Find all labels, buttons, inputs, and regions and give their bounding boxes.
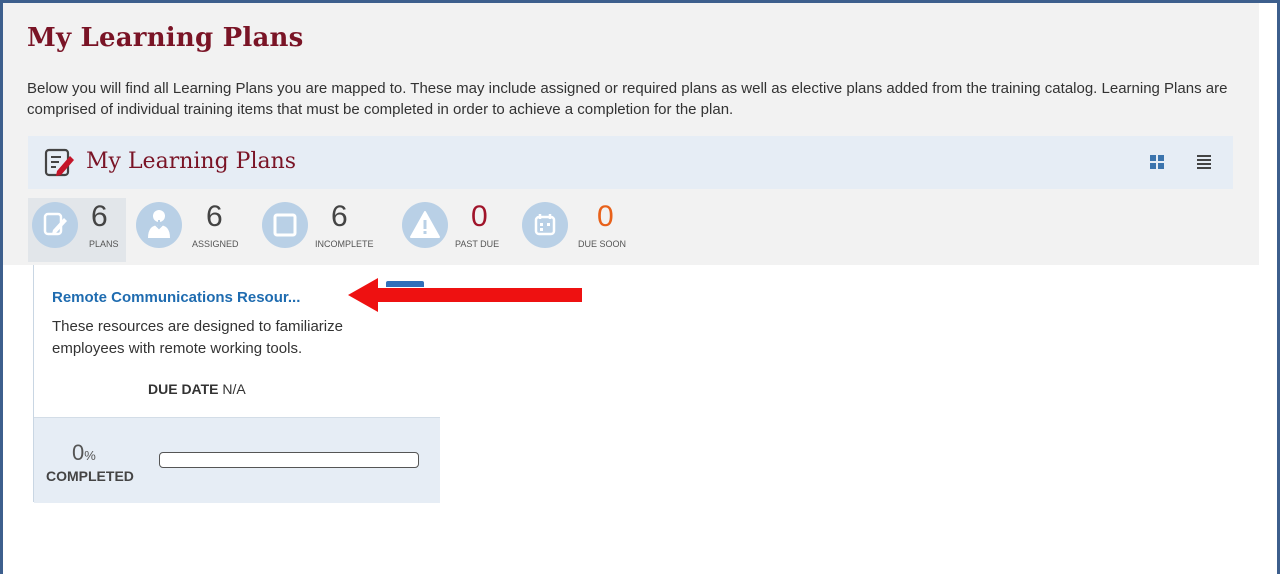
stat-due-soon-circle[interactable] <box>522 202 568 248</box>
plan-description: These resources are designed to familiar… <box>52 318 343 357</box>
due-date-row: DUE DATE N/A <box>148 381 246 397</box>
edit-document-icon <box>44 148 74 177</box>
stat-plans-value: 6 <box>91 200 108 233</box>
incomplete-square-icon <box>273 213 297 237</box>
calendar-icon <box>534 214 556 236</box>
percent-value: 0 <box>72 440 85 465</box>
stat-assigned-value: 6 <box>206 200 223 233</box>
warning-icon <box>410 211 440 238</box>
percent-symbol: % <box>84 448 96 463</box>
stat-incomplete-value: 6 <box>331 200 348 233</box>
edit-document-icon <box>43 212 67 236</box>
grid-view-icon[interactable] <box>1150 155 1164 169</box>
stat-past-due-circle[interactable] <box>402 202 448 248</box>
intro-text: Below you will find all Learning Plans y… <box>27 80 1228 118</box>
progress-bar <box>159 452 419 468</box>
section-header: My Learning Plans <box>28 136 1233 189</box>
stat-assigned-label: ASSIGNED <box>192 239 239 249</box>
plan-title-link[interactable]: Remote Communications Resour... <box>52 289 300 306</box>
due-date-value: N/A <box>222 381 246 397</box>
header-panel: My Learning Plans Below you will find al… <box>3 3 1259 265</box>
person-assigned-icon <box>148 210 170 238</box>
page-title: My Learning Plans <box>27 23 304 53</box>
stat-past-due-label: PAST DUE <box>455 239 500 249</box>
stat-past-due-value: 0 <box>471 200 488 233</box>
stat-due-soon-label: DUE SOON <box>578 239 627 249</box>
annotation-arrow <box>348 278 582 312</box>
stat-due-soon-value: 0 <box>597 200 614 233</box>
percent-completed: 0% <box>72 440 96 466</box>
stat-incomplete-circle[interactable] <box>262 202 308 248</box>
stat-plans-circle[interactable] <box>32 202 78 248</box>
plan-progress-footer: 0% COMPLETED <box>34 417 440 503</box>
list-view-icon[interactable] <box>1197 155 1211 169</box>
stat-plans-label: PLANS <box>89 239 119 249</box>
stat-assigned-circle[interactable] <box>136 202 182 248</box>
due-date-label: DUE DATE <box>148 381 219 397</box>
section-title: My Learning Plans <box>86 149 297 174</box>
completed-label: COMPLETED <box>46 468 134 484</box>
stat-incomplete-label: INCOMPLETE <box>315 239 374 249</box>
